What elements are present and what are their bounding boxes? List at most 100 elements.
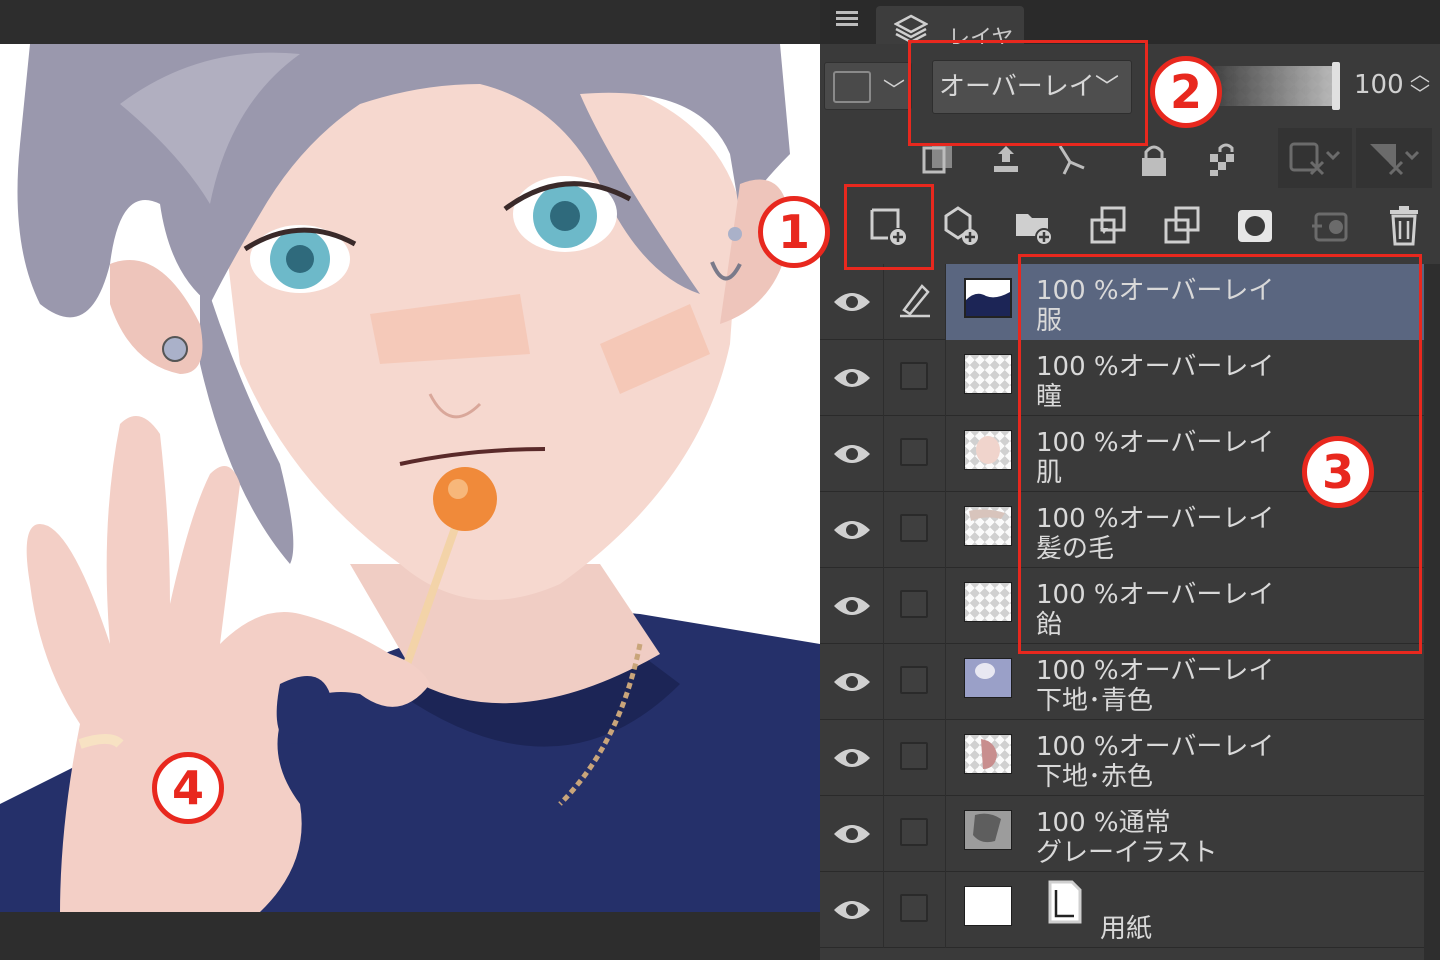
layer-row[interactable]: 100 %通常 グレーイラスト xyxy=(820,796,1424,872)
layer-row[interactable]: 100 %オーバーレイ 下地･青色 xyxy=(820,644,1424,720)
layer-checkbox[interactable] xyxy=(900,666,928,694)
layer-thumbnail xyxy=(964,810,1012,850)
visibility-toggle[interactable] xyxy=(820,264,884,340)
canvas-bottom-bar xyxy=(0,912,820,960)
create-layer-mask-button[interactable] xyxy=(1228,198,1284,254)
edit-indicator[interactable] xyxy=(884,416,946,492)
mask-range-icon[interactable] xyxy=(1356,128,1432,188)
edit-indicator[interactable] xyxy=(884,720,946,796)
layer-thumbnail xyxy=(964,734,1012,774)
blend-mode-select[interactable]: オーバーレイ ﹀ xyxy=(932,60,1132,114)
layer-checkbox[interactable] xyxy=(900,742,928,770)
layer-name: 飴 xyxy=(1036,610,1063,640)
eye-icon xyxy=(834,825,870,843)
eye-icon xyxy=(834,521,870,539)
combine-to-layer-below-button[interactable] xyxy=(1154,198,1210,254)
layer-body[interactable]: 100 %オーバーレイ 下地･青色 xyxy=(946,644,1424,720)
paper-icon xyxy=(1048,880,1082,924)
layer-color-dropdown[interactable]: ﹀ xyxy=(824,62,912,110)
layer-row[interactable]: 100 %オーバーレイ 下地･赤色 xyxy=(820,720,1424,796)
layer-checkbox[interactable] xyxy=(900,590,928,618)
tab-layer[interactable]: レイヤー xyxy=(876,6,1024,83)
new-raster-layer-button[interactable] xyxy=(860,198,916,254)
eye-icon xyxy=(834,749,870,767)
edit-indicator[interactable] xyxy=(884,340,946,416)
lock-transparent-icon[interactable] xyxy=(1196,132,1252,188)
illustration xyxy=(0,44,820,912)
canvas-top-bar xyxy=(0,0,820,44)
visibility-toggle[interactable] xyxy=(820,492,884,568)
new-vector-layer-button[interactable] xyxy=(932,198,988,254)
visibility-toggle[interactable] xyxy=(820,720,884,796)
layer-blend-mode: 100 %オーバーレイ xyxy=(1036,352,1275,382)
blend-row: ﹀ オーバーレイ ﹀ 100 ︿ ﹀ xyxy=(820,44,1440,128)
opacity-value[interactable]: 100 xyxy=(1354,70,1404,100)
menu-icon[interactable] xyxy=(836,8,858,32)
layer-name: 下地･赤色 xyxy=(1036,762,1154,792)
opacity-slider[interactable] xyxy=(1210,66,1340,106)
clip-layer-icon[interactable] xyxy=(910,132,966,188)
edit-indicator[interactable] xyxy=(884,644,946,720)
annotation-number-3: 3 xyxy=(1302,436,1374,508)
apply-mask-button[interactable] xyxy=(1302,198,1358,254)
edit-indicator[interactable] xyxy=(884,492,946,568)
layer-row[interactable]: 100 %オーバーレイ 飴 xyxy=(820,568,1424,644)
layer-checkbox[interactable] xyxy=(900,894,928,922)
layer-list-scrollbar[interactable] xyxy=(1424,264,1440,960)
annotation-number-4: 4 xyxy=(152,752,224,824)
draft-layer-icon[interactable] xyxy=(1044,132,1100,188)
annotation-number-1: 1 xyxy=(758,196,830,268)
transfer-to-lower-layer-button[interactable] xyxy=(1080,198,1136,254)
layer-checkbox[interactable] xyxy=(900,514,928,542)
layer-row[interactable]: 用紙 xyxy=(820,872,1424,948)
new-folder-button[interactable] xyxy=(1006,198,1062,254)
visibility-toggle[interactable] xyxy=(820,796,884,872)
layer-name: グレーイラスト xyxy=(1036,838,1218,868)
visibility-toggle[interactable] xyxy=(820,644,884,720)
layers-icon xyxy=(894,14,928,44)
layer-checkbox[interactable] xyxy=(900,818,928,846)
annotation-number-2: 2 xyxy=(1150,56,1222,128)
layer-body[interactable]: 100 %通常 グレーイラスト xyxy=(946,796,1424,872)
layer-body[interactable]: 100 %オーバーレイ 服 xyxy=(946,264,1424,340)
chevron-down-icon: ﹀ xyxy=(883,79,906,104)
layer-thumbnail xyxy=(964,354,1012,394)
layer-name: 用紙 xyxy=(1100,914,1153,944)
layer-thumbnail xyxy=(964,658,1012,698)
lock-icon[interactable] xyxy=(1126,132,1182,188)
eye-icon xyxy=(834,445,870,463)
reference-layer-icon[interactable] xyxy=(978,132,1034,188)
chevron-down-icon: ﹀ xyxy=(1095,73,1119,101)
layer-body[interactable]: 100 %オーバーレイ 飴 xyxy=(946,568,1424,644)
layer-checkbox[interactable] xyxy=(900,362,928,390)
layer-name: 肌 xyxy=(1036,458,1063,488)
layer-body[interactable]: 100 %オーバーレイ 下地･赤色 xyxy=(946,720,1424,796)
visibility-toggle[interactable] xyxy=(820,568,884,644)
layer-row[interactable]: 100 %オーバーレイ 瞳 xyxy=(820,340,1424,416)
mask-enable-icon[interactable] xyxy=(1278,128,1352,188)
eye-icon xyxy=(834,293,870,311)
layer-body[interactable]: 用紙 xyxy=(946,872,1424,948)
edit-indicator[interactable] xyxy=(884,264,946,340)
opacity-slider-knob[interactable] xyxy=(1332,62,1340,110)
pen-icon xyxy=(900,284,930,318)
layer-thumbnail xyxy=(964,506,1012,546)
edit-indicator[interactable] xyxy=(884,796,946,872)
layer-action-toolbar xyxy=(820,192,1440,264)
layer-thumbnail xyxy=(964,582,1012,622)
layer-property-toolbar xyxy=(820,128,1440,192)
eye-icon xyxy=(834,673,870,691)
layer-row[interactable]: 100 %オーバーレイ 服 xyxy=(820,264,1424,340)
layer-checkbox[interactable] xyxy=(900,438,928,466)
trash-icon[interactable] xyxy=(1376,198,1432,254)
drawing-canvas[interactable] xyxy=(0,44,820,912)
eye-icon xyxy=(834,369,870,387)
visibility-toggle[interactable] xyxy=(820,416,884,492)
opacity-spinner-icon[interactable]: ︿ ﹀ xyxy=(1410,64,1430,104)
visibility-toggle[interactable] xyxy=(820,872,884,948)
layer-name: 瞳 xyxy=(1036,382,1063,412)
visibility-toggle[interactable] xyxy=(820,340,884,416)
layer-body[interactable]: 100 %オーバーレイ 瞳 xyxy=(946,340,1424,416)
edit-indicator[interactable] xyxy=(884,568,946,644)
edit-indicator[interactable] xyxy=(884,872,946,948)
